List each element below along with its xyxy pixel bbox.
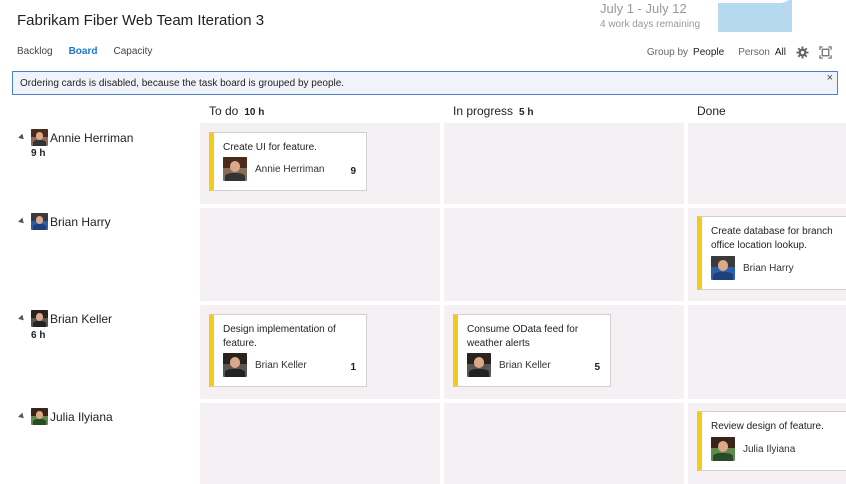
- group-by-dropdown[interactable]: People: [693, 47, 724, 58]
- sprint-remaining: 4 work days remaining: [600, 19, 701, 30]
- row-hours: 6 h: [31, 330, 46, 341]
- collapse-icon[interactable]: [18, 314, 26, 323]
- collapse-icon[interactable]: [18, 217, 26, 226]
- avatar: [31, 310, 48, 327]
- card-estimate[interactable]: 5: [594, 362, 600, 373]
- row-header-brian-harry: Brian Harry: [18, 213, 111, 230]
- avatar: [31, 213, 48, 230]
- card-title: Design implementation of feature.: [223, 324, 336, 349]
- column-name: In progress: [453, 104, 514, 118]
- assignee-name: Brian Harry: [743, 262, 794, 274]
- task-card[interactable]: Create database for branch office locati…: [697, 216, 846, 290]
- row-header-brian-keller: Brian Keller: [18, 310, 113, 327]
- avatar: [467, 353, 491, 377]
- card-title: Review design of feature.: [711, 421, 824, 432]
- card-assignee[interactable]: Annie Herriman: [223, 157, 324, 181]
- task-card[interactable]: Review design of feature. Julia Ilyiana: [697, 411, 846, 471]
- column-hours: 10 h: [244, 107, 265, 118]
- tab-capacity[interactable]: Capacity: [113, 46, 152, 57]
- column-name: Done: [697, 104, 726, 118]
- row-hours: 9 h: [31, 148, 46, 159]
- gear-icon[interactable]: [796, 46, 809, 59]
- board-cell: [444, 208, 684, 301]
- sprint-dates: July 1 - July 12: [600, 1, 687, 16]
- task-card[interactable]: Design implementation of feature. Brian …: [209, 314, 367, 387]
- assignee-name: Annie Herriman: [255, 163, 325, 175]
- person-label: Person: [738, 47, 770, 58]
- column-header-in-progress: In progress 5 h: [453, 104, 533, 118]
- collapse-icon[interactable]: [18, 133, 26, 142]
- avatar: [711, 256, 735, 280]
- tab-board[interactable]: Board: [69, 46, 98, 57]
- avatar: [711, 437, 735, 461]
- card-estimate[interactable]: 1: [350, 362, 356, 373]
- avatar: [223, 353, 247, 377]
- assignee-name: Julia Ilyiana: [743, 443, 796, 455]
- board-cell: [444, 123, 684, 204]
- avatar: [31, 129, 48, 146]
- board-cell: [444, 403, 684, 484]
- card-assignee[interactable]: Brian Harry: [711, 256, 794, 280]
- fullscreen-icon[interactable]: [819, 46, 832, 59]
- row-header-annie-herriman: Annie Herriman: [18, 129, 134, 146]
- avatar: [223, 157, 247, 181]
- close-icon[interactable]: ×: [827, 72, 833, 84]
- column-hours: 5 h: [519, 107, 534, 118]
- assignee-name: Brian Keller: [499, 359, 551, 371]
- card-title: Consume OData feed for weather alerts: [467, 324, 579, 349]
- card-title: Create database for branch office locati…: [711, 226, 833, 251]
- board-cell: [200, 208, 440, 301]
- task-card[interactable]: Consume OData feed for weather alerts Br…: [453, 314, 611, 387]
- assignee-name: Brian Keller: [255, 359, 307, 371]
- info-banner: Ordering cards is disabled, because the …: [12, 71, 838, 95]
- column-header-todo: To do 10 h: [209, 104, 264, 118]
- banner-message: Ordering cards is disabled, because the …: [20, 78, 345, 89]
- column-header-done: Done: [697, 104, 726, 118]
- tab-backlog[interactable]: Backlog: [17, 46, 53, 57]
- card-assignee[interactable]: Brian Keller: [223, 353, 307, 377]
- board-cell: [688, 305, 846, 399]
- row-name: Brian Harry: [50, 214, 111, 229]
- card-assignee[interactable]: Julia Ilyiana: [711, 437, 795, 461]
- card-estimate[interactable]: 9: [350, 166, 356, 177]
- row-name: Julia Ilyiana: [50, 409, 113, 424]
- board-cell: [200, 403, 440, 484]
- person-dropdown[interactable]: All: [775, 47, 786, 58]
- board-toolbar: Group by People Person All: [647, 46, 832, 59]
- row-header-julia-ilyiana: Julia Ilyiana: [18, 408, 113, 425]
- board-cell: [688, 123, 846, 204]
- column-name: To do: [209, 104, 239, 118]
- page-title: Fabrikam Fiber Web Team Iteration 3: [17, 12, 265, 29]
- task-card[interactable]: Create UI for feature. Annie Herriman 9: [209, 132, 367, 191]
- collapse-icon[interactable]: [18, 412, 26, 421]
- avatar: [31, 408, 48, 425]
- burndown-chart[interactable]: [718, 0, 830, 32]
- row-name: Brian Keller: [50, 311, 113, 326]
- row-name: Annie Herriman: [50, 130, 134, 145]
- hub-nav: Backlog Board Capacity: [17, 46, 152, 57]
- card-title: Create UI for feature.: [223, 142, 317, 153]
- card-assignee[interactable]: Brian Keller: [467, 353, 551, 377]
- group-by-label: Group by: [646, 47, 689, 58]
